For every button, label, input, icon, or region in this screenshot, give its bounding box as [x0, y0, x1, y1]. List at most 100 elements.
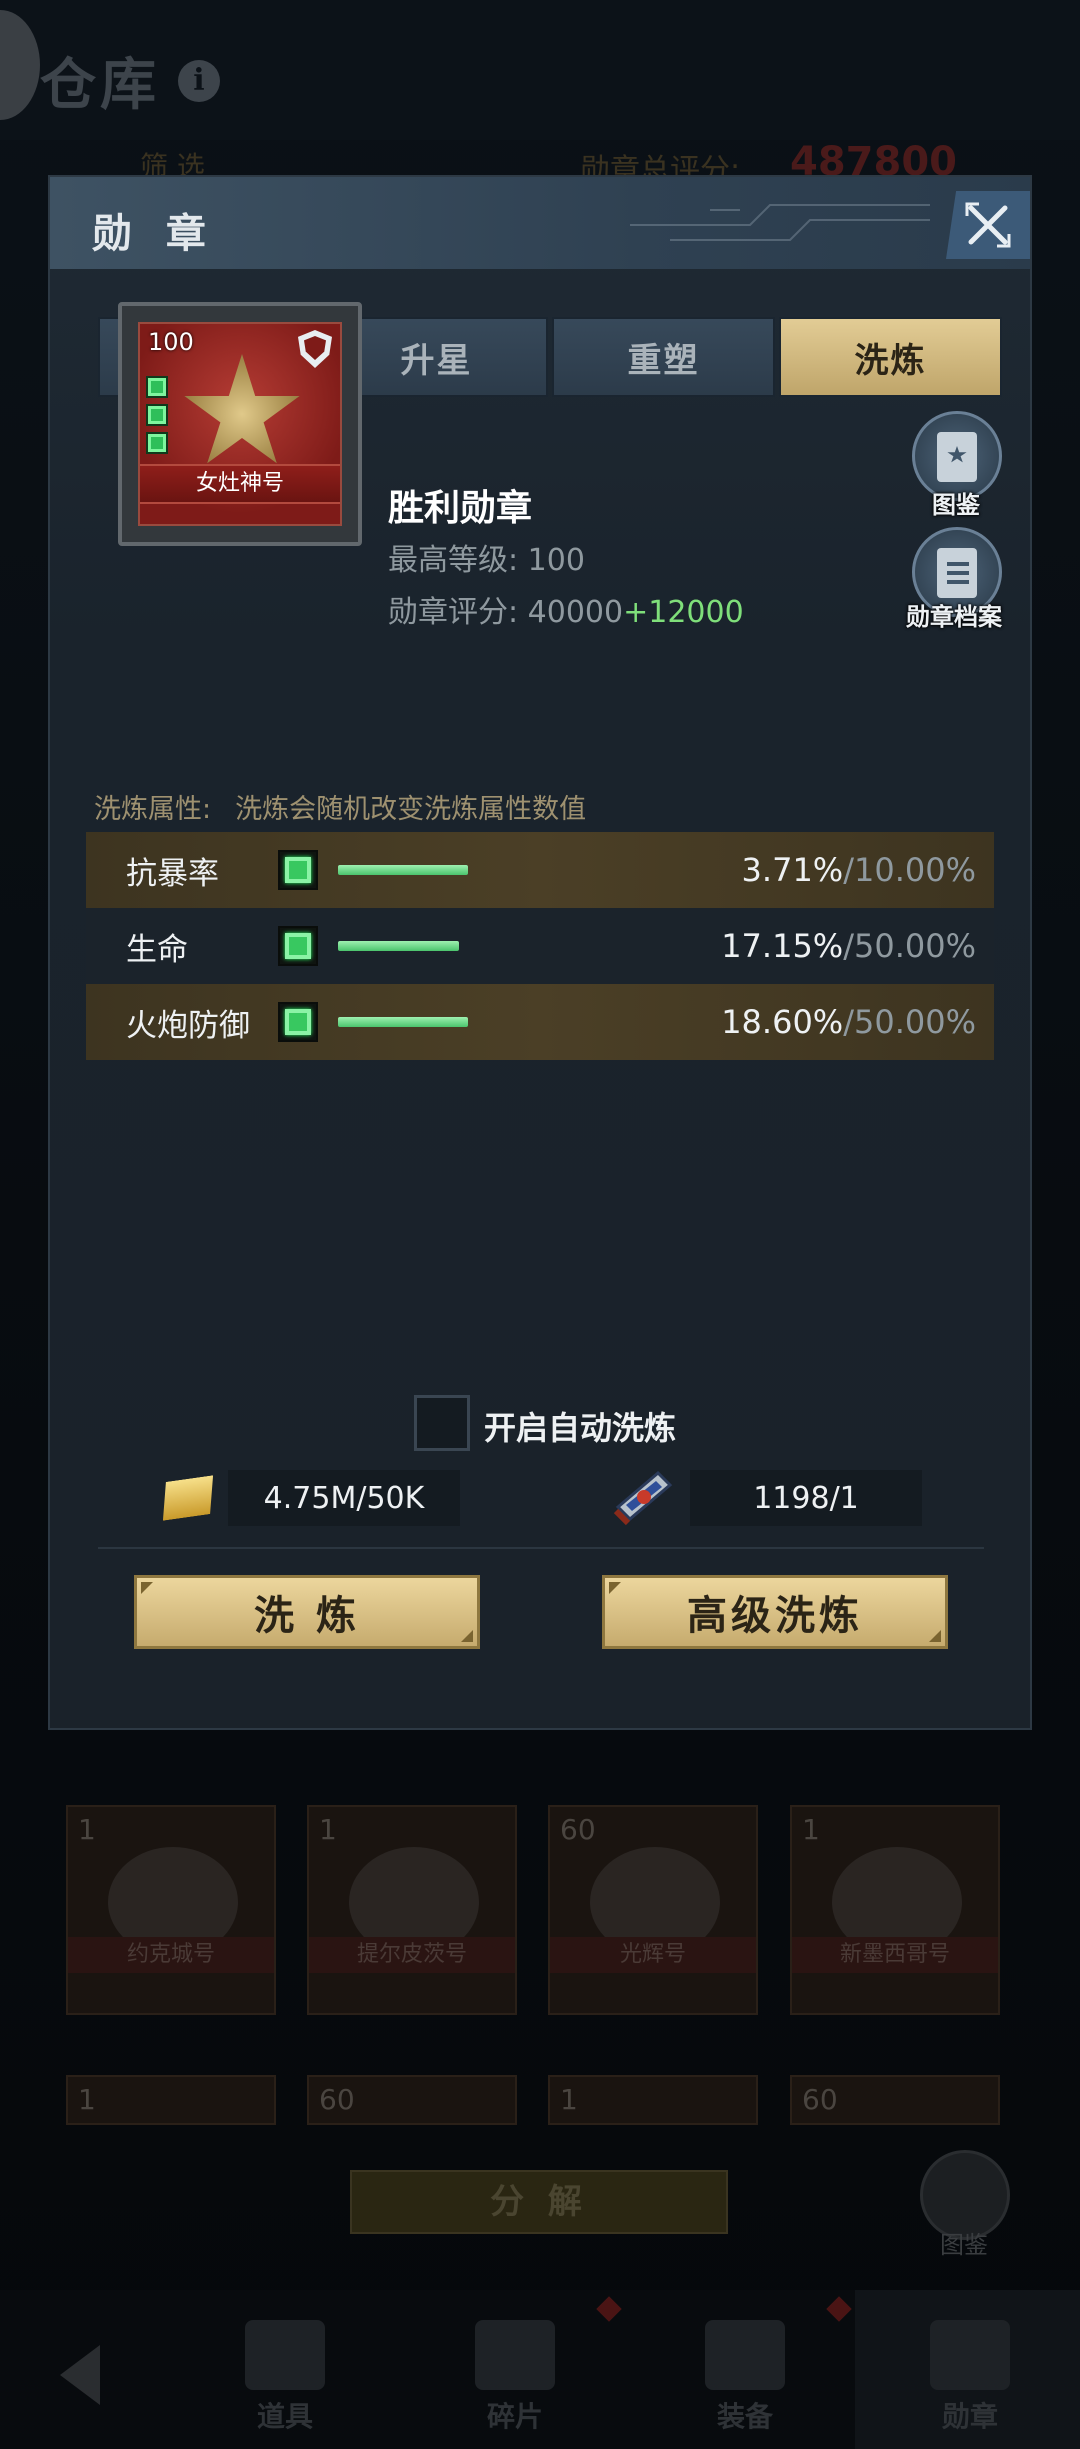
attribute-max: /10.00% — [843, 851, 976, 889]
max-level-row: 最高等级: 100 — [388, 535, 585, 579]
max-level-value: 100 — [527, 543, 585, 578]
medal-card[interactable]: 1 新墨西哥号 — [790, 1805, 1000, 2015]
attribute-row: 生命 17.15%/50.00% — [86, 908, 994, 984]
tab-refine[interactable]: 洗炼 — [779, 317, 1002, 397]
nav-item-fragments[interactable]: 碎片 — [400, 2290, 630, 2449]
warehouse-header: 仓库 i — [0, 0, 1080, 140]
attribute-current: 18.60% — [721, 1003, 844, 1041]
auto-refine-checkbox[interactable] — [414, 1395, 470, 1451]
medal-ship-name: 女灶神号 — [140, 464, 340, 504]
medal-star-icon — [930, 2320, 1010, 2390]
attribute-current: 3.71% — [741, 851, 844, 889]
gem-icon — [146, 404, 168, 426]
codex-label: 图鉴 — [940, 2231, 988, 2259]
medal-card[interactable]: 1 — [548, 2075, 758, 2125]
divider — [98, 1547, 984, 1549]
attribute-bar — [338, 1017, 468, 1027]
nav-item-items[interactable]: 道具 — [170, 2290, 400, 2449]
nav-item-medals[interactable]: 勋章 — [855, 2290, 1080, 2449]
medal-level: 100 — [148, 328, 194, 356]
medal-star-icon — [184, 354, 300, 464]
attribute-list: 抗暴率 3.71%/10.00% 生命 17.15%/50.00% 火炮防御 1… — [86, 832, 994, 1060]
gold-bar-icon — [158, 1475, 219, 1520]
scroll-icon — [613, 1470, 673, 1526]
card-name: 新墨西哥号 — [792, 1937, 998, 1973]
attribute-value: 17.15%/50.00% — [721, 927, 976, 965]
medal-score-base: 40000 — [527, 595, 624, 630]
close-icon — [965, 202, 1011, 248]
card-level: 1 — [319, 1813, 337, 1846]
gem-icon — [146, 376, 168, 398]
nav-label: 道具 — [256, 2400, 313, 2433]
attribute-current: 17.15% — [721, 927, 844, 965]
gem-icon — [278, 926, 318, 966]
refine-button[interactable]: 洗 炼 — [134, 1575, 480, 1649]
card-level: 60 — [802, 2083, 838, 2116]
gem-icon — [146, 432, 168, 454]
medal-grid-row2: 1 60 1 60 — [66, 2075, 1000, 2125]
back-arrow-icon[interactable] — [60, 2345, 100, 2405]
attribute-value: 3.71%/10.00% — [742, 851, 976, 889]
clipboard-icon — [937, 548, 977, 598]
nav-label: 装备 — [716, 2400, 773, 2433]
modal-header: 勋 章 — [50, 177, 1030, 269]
tab-reshape[interactable]: 重塑 — [552, 317, 775, 397]
attribute-max: /50.00% — [843, 1003, 976, 1041]
medal-card[interactable]: 1 提尔皮茨号 — [307, 1805, 517, 2015]
decompose-button[interactable]: 分 解 — [350, 2170, 728, 2234]
medal-card[interactable]: 60 — [790, 2075, 1000, 2125]
medal-portrait[interactable]: 100 女灶神号 — [108, 292, 372, 556]
attribute-name: 火炮防御 — [126, 1007, 250, 1044]
medal-score-row: 勋章评分: 40000+12000 — [388, 587, 744, 631]
medal-card[interactable]: 60 光辉号 — [548, 1805, 758, 2015]
medal-card[interactable]: 1 约克城号 — [66, 1805, 276, 2015]
card-name: 约克城号 — [68, 1937, 274, 1973]
card-level: 1 — [802, 1813, 820, 1846]
codex-icon — [937, 432, 977, 482]
player-avatar[interactable] — [0, 10, 40, 120]
nav-item-equipment[interactable]: 装备 — [630, 2290, 860, 2449]
circuit-decoration-icon — [630, 204, 930, 241]
attribute-name: 抗暴率 — [126, 855, 219, 892]
briefcase-icon — [245, 2320, 325, 2390]
attribute-bar — [338, 865, 468, 875]
gold-cost: 4.75M/50K — [228, 1470, 460, 1526]
attribute-value: 18.60%/50.00% — [721, 1003, 976, 1041]
medal-gems — [146, 376, 170, 460]
bottom-nav: 道具 碎片 装备 勋章 — [0, 2290, 1080, 2449]
attribute-name: 生命 — [126, 931, 188, 968]
medal-card[interactable]: 1 — [66, 2075, 276, 2125]
attribute-max: /50.00% — [843, 927, 976, 965]
max-level-label: 最高等级: — [388, 543, 519, 578]
close-button[interactable] — [946, 191, 1030, 259]
archive-label: 勋章档案 — [906, 603, 1002, 631]
attributes-description: 洗炼会随机改变洗炼属性数值 — [235, 794, 587, 825]
medal-score-label: 勋章评分: — [388, 595, 519, 630]
codex-label: 图鉴 — [932, 491, 980, 519]
card-level: 1 — [560, 2083, 578, 2116]
card-level: 60 — [319, 2083, 355, 2116]
gem-icon — [278, 1002, 318, 1042]
scroll-cost: 1198/1 — [690, 1470, 922, 1526]
card-level: 1 — [78, 1813, 96, 1846]
medal-grid: 1 约克城号 1 提尔皮茨号 60 光辉号 1 新墨西哥号 — [66, 1805, 1000, 2025]
attribute-row: 火炮防御 18.60%/50.00% — [86, 984, 994, 1060]
card-name: 提尔皮茨号 — [309, 1937, 515, 1973]
cannon-icon — [705, 2320, 785, 2390]
advanced-refine-button[interactable]: 高级洗炼 — [602, 1575, 948, 1649]
info-icon[interactable]: i — [178, 60, 220, 102]
shield-icon — [298, 330, 332, 368]
puzzle-icon — [475, 2320, 555, 2390]
card-level: 1 — [78, 2083, 96, 2116]
refine-attributes-caption: 洗炼属性: 洗炼会随机改变洗炼属性数值 — [94, 787, 586, 826]
nav-label: 勋章 — [941, 2400, 998, 2433]
medal-card[interactable]: 60 — [307, 2075, 517, 2125]
medal-modal: 勋 章 升级 升星 重塑 洗炼 图鉴 勋章档案 100 女 — [48, 175, 1032, 1730]
notification-dot — [826, 2296, 852, 2322]
attribute-bar — [338, 941, 468, 951]
nav-label: 碎片 — [486, 2400, 543, 2433]
warehouse-title: 仓库 — [40, 53, 160, 118]
attribute-row: 抗暴率 3.71%/10.00% — [86, 832, 994, 908]
card-level: 60 — [560, 1813, 596, 1846]
card-name: 光辉号 — [550, 1937, 756, 1973]
